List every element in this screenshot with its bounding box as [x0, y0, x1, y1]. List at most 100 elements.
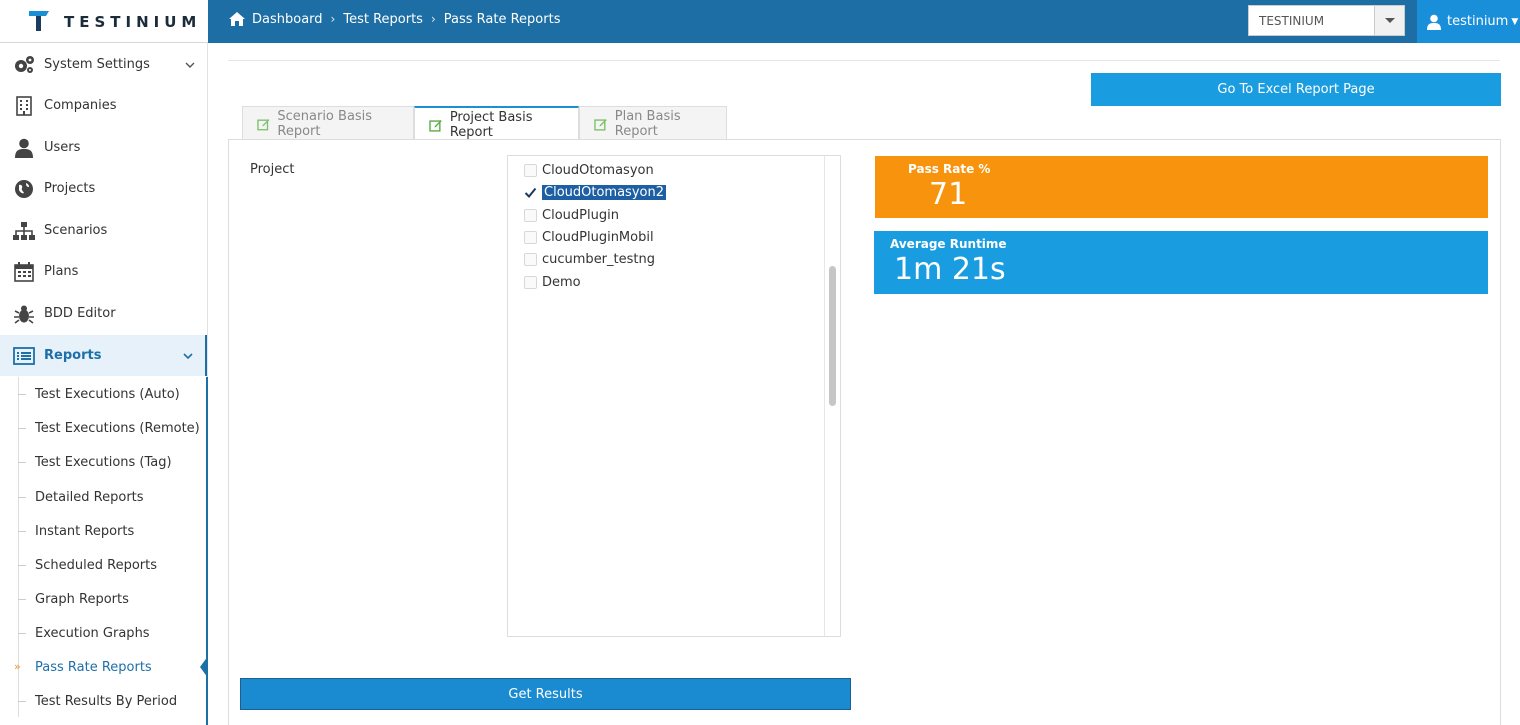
project-option[interactable]: Demo — [524, 273, 581, 291]
breadcrumb-separator-icon: › — [330, 12, 336, 26]
checkbox[interactable] — [524, 252, 537, 266]
sidebar-item-users[interactable]: Users — [0, 127, 207, 168]
edit-icon — [257, 118, 270, 130]
pass-rate-label: Pass Rate % — [908, 162, 991, 176]
pass-rate-value: 71 — [929, 177, 968, 212]
project-option[interactable]: CloudOtomasyon — [524, 161, 654, 179]
subnav-item-label: Execution Graphs — [35, 626, 150, 641]
sidebar-item-label: Plans — [44, 264, 79, 279]
user-menu[interactable]: testinium ▼ — [1417, 0, 1520, 43]
tab-label: Scenario Basis Report — [277, 108, 373, 139]
project-option[interactable]: CloudPluginMobil — [524, 228, 654, 246]
subnav-item-graph-reports[interactable]: Graph Reports — [0, 582, 206, 616]
report-list-icon — [13, 345, 35, 367]
chevron-down-icon — [183, 352, 193, 359]
caret-down-icon: ▼ — [1511, 16, 1519, 27]
checkbox[interactable] — [524, 275, 537, 289]
subnav-item-label: Test Executions (Auto) — [35, 387, 180, 402]
project-option-label: CloudPluginMobil — [542, 229, 654, 245]
subnav-dash — [18, 701, 26, 702]
breadcrumb-separator-icon: › — [430, 12, 436, 26]
checkmark-icon[interactable] — [524, 186, 537, 199]
subnav-dash — [18, 633, 26, 634]
sitemap-icon — [13, 220, 35, 242]
reports-subnav: Test Executions (Auto) Test Executions (… — [0, 377, 208, 725]
checkbox[interactable] — [524, 230, 537, 244]
checkbox[interactable] — [524, 208, 537, 222]
project-option[interactable]: CloudPlugin — [524, 206, 619, 224]
content-divider — [228, 60, 1500, 61]
tab-project-basis-report[interactable]: Project Basis Report — [414, 106, 579, 141]
subnav-item-label: Pass Rate Reports — [35, 660, 152, 675]
sidebar-item-plans[interactable]: Plans — [0, 251, 207, 292]
sidebar-item-label: Reports — [44, 348, 102, 363]
average-runtime-card: Average Runtime 1m 21s — [874, 231, 1488, 294]
project-multiselect[interactable]: CloudOtomasyon CloudOtomasyon2 CloudPlug… — [507, 155, 841, 637]
home-icon[interactable] — [228, 11, 246, 27]
subnav-item-test-executions-auto[interactable]: Test Executions (Auto) — [0, 377, 206, 411]
checkbox[interactable] — [524, 163, 537, 177]
sidebar-item-system-settings[interactable]: System Settings — [0, 44, 207, 85]
user-icon — [13, 137, 35, 159]
project-option[interactable]: cucumber_testng — [524, 250, 655, 268]
sidebar-item-scenarios[interactable]: Scenarios — [0, 210, 207, 251]
subnav-item-detailed-reports[interactable]: Detailed Reports — [0, 480, 206, 514]
listbox-scrollbar[interactable] — [824, 156, 840, 636]
subnav-item-label: Instant Reports — [35, 524, 135, 539]
sidebar-item-companies[interactable]: Companies — [0, 85, 207, 126]
tab-label: Project Basis Report — [449, 109, 533, 140]
breadcrumb-dashboard[interactable]: Dashboard — [252, 12, 323, 27]
subnav-item-scheduled-reports[interactable]: Scheduled Reports — [0, 548, 206, 582]
sidebar-item-reports[interactable]: Reports — [0, 335, 207, 376]
chevron-down-icon — [185, 62, 195, 68]
project-field-label: Project — [250, 162, 295, 177]
get-results-button[interactable]: Get Results — [240, 678, 851, 710]
sidebar-item-bdd-editor[interactable]: BDD Editor — [0, 293, 207, 334]
chevron-down-icon[interactable] — [1374, 6, 1404, 35]
subnav-item-execution-graphs[interactable]: Execution Graphs — [0, 616, 206, 650]
user-name: testinium — [1447, 14, 1509, 29]
tab-label: Plan Basis Report — [614, 108, 681, 139]
sidebar-item-label: Projects — [44, 181, 96, 196]
company-select-value: TESTINIUM — [1259, 14, 1325, 28]
tab-scenario-basis-report[interactable]: Scenario Basis Report — [242, 106, 414, 140]
bug-icon — [13, 303, 35, 325]
project-option-label: cucumber_testng — [542, 251, 655, 267]
edit-icon — [594, 118, 607, 131]
go-to-excel-report-button[interactable]: Go To Excel Report Page — [1091, 73, 1501, 106]
sidebar-item-label: BDD Editor — [44, 306, 116, 321]
tab-plan-basis-report[interactable]: Plan Basis Report — [579, 106, 727, 140]
breadcrumb-pass-rate-reports[interactable]: Pass Rate Reports — [444, 12, 561, 27]
average-runtime-label: Average Runtime — [890, 237, 1007, 251]
double-chevron-right-icon: » — [14, 660, 21, 673]
top-header: TESTINIUM Dashboard › Test Reports › Pas… — [0, 0, 1520, 43]
breadcrumb-test-reports[interactable]: Test Reports — [343, 12, 423, 27]
sidebar-item-projects[interactable]: Projects — [0, 168, 207, 209]
subnav-dash — [18, 462, 26, 463]
company-select[interactable]: TESTINIUM — [1248, 5, 1405, 36]
testinium-logo-icon — [29, 11, 49, 31]
logo[interactable]: TESTINIUM — [0, 0, 208, 43]
subnav-item-pass-rate-reports[interactable]: » Pass Rate Reports — [0, 650, 208, 684]
user-icon — [1427, 14, 1441, 30]
subnav-item-label: Test Executions (Tag) — [35, 455, 172, 470]
project-option-selected[interactable]: CloudOtomasyon2 — [524, 183, 666, 201]
subnav-dash — [18, 599, 26, 600]
scrollbar-thumb[interactable] — [829, 266, 836, 406]
subnav-item-test-executions-tag[interactable]: Test Executions (Tag) — [0, 445, 206, 479]
average-runtime-value: 1m 21s — [894, 252, 1006, 287]
sidebar-item-label: Companies — [44, 98, 117, 113]
subnav-dash — [18, 428, 26, 429]
pass-rate-card: Pass Rate % 71 — [875, 156, 1488, 218]
globe-icon — [13, 178, 35, 200]
subnav-item-instant-reports[interactable]: Instant Reports — [0, 514, 206, 548]
project-option-label: CloudOtomasyon — [542, 162, 654, 178]
subnav-item-label: Scheduled Reports — [35, 558, 157, 573]
sidebar-item-label: Users — [44, 140, 81, 155]
subnav-item-test-executions-remote[interactable]: Test Executions (Remote) — [0, 411, 206, 445]
subnav-item-label: Test Executions (Remote) — [35, 421, 200, 436]
report-panel — [228, 139, 1501, 725]
subnav-item-label: Graph Reports — [35, 592, 129, 607]
subnav-item-test-results-by-period[interactable]: Test Results By Period — [0, 684, 206, 718]
breadcrumb: Dashboard › Test Reports › Pass Rate Rep… — [228, 11, 560, 27]
